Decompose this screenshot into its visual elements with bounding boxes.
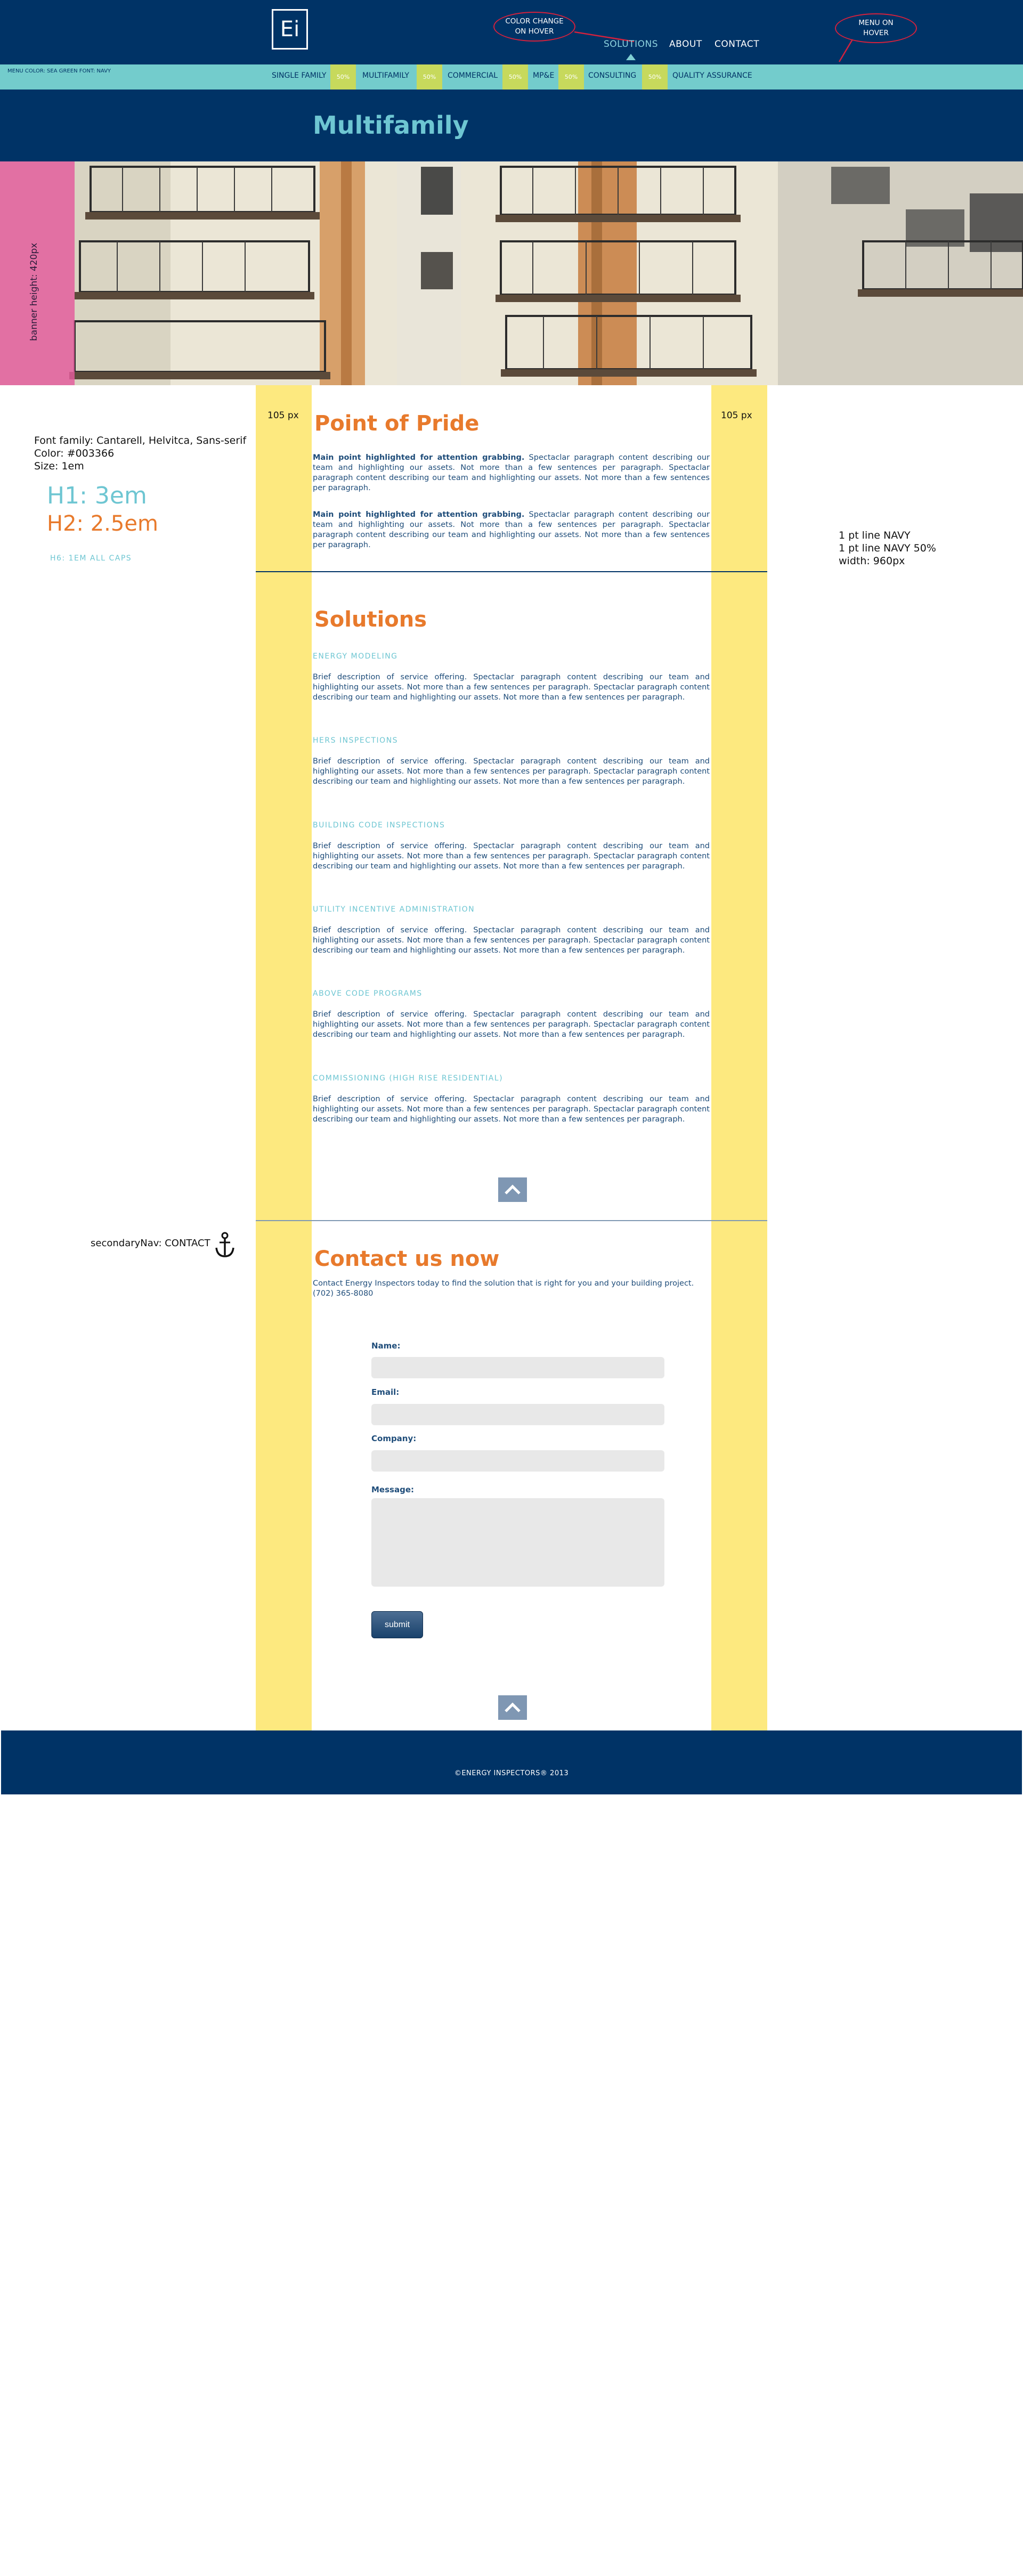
email-field[interactable]: [371, 1404, 664, 1425]
pride-lead: Main point highlighted for attention gra…: [313, 510, 525, 519]
annotation-color-change-text: COLOR CHANGE ON HOVER: [505, 17, 564, 36]
margin-width-label: 105 px: [721, 410, 752, 421]
solution-title: COMMISSIONING (HIGH RISE RESIDENTIAL): [313, 1074, 504, 1083]
hover-chip-label: 50%: [648, 74, 662, 80]
anchor-icon: [215, 1232, 234, 1257]
name-field[interactable]: [371, 1357, 664, 1378]
h1-style-sample: H1: 3em: [47, 482, 147, 509]
hover-chip-label: 50%: [508, 74, 522, 80]
hover-chip: 50%: [330, 64, 356, 90]
footer-copyright: ©ENERGY INSPECTORS® 2013: [454, 1769, 569, 1777]
company-field[interactable]: [371, 1450, 664, 1472]
line-navy50-annotation: 1 pt line NAVY 50%: [839, 542, 936, 554]
secondary-nav-annotation: secondaryNav: CONTACT: [91, 1238, 210, 1249]
footer: [1, 1730, 1022, 1794]
contact-phone[interactable]: (702) 365-8080: [313, 1289, 373, 1299]
hover-chip-label: 50%: [564, 74, 578, 80]
subnav-annotation: MENU COLOR: SEA GREEN FONT: NAVY: [7, 68, 111, 74]
solution-title: ABOVE CODE PROGRAMS: [313, 989, 423, 998]
name-label: Name:: [371, 1341, 401, 1351]
chevron-up-icon: [505, 1702, 521, 1712]
subnav-quality-assurance[interactable]: QUALITY ASSURANCE: [672, 71, 752, 80]
hover-chip-label: 50%: [423, 74, 436, 80]
color-annotation: Color: #003366: [34, 448, 115, 459]
email-label: Email:: [371, 1387, 400, 1397]
pride-lead: Main point highlighted for attention gra…: [313, 453, 525, 462]
nav-contact[interactable]: CONTACT: [715, 39, 759, 50]
line-navy-annotation: 1 pt line NAVY: [839, 530, 911, 541]
nav-solutions[interactable]: SOLUTIONS: [604, 39, 658, 50]
logo[interactable]: Ei: [272, 9, 308, 50]
subnav-mpe[interactable]: MP&E: [533, 71, 554, 80]
subnav-commercial[interactable]: COMMERCIAL: [448, 71, 498, 80]
contact-heading: Contact us now: [314, 1247, 500, 1271]
solution-title: HERS INSPECTIONS: [313, 736, 399, 745]
banner-image: [0, 161, 1023, 385]
solution-description: Brief description of service offering. S…: [313, 673, 710, 702]
contact-intro: Contact Energy Inspectors today to find …: [313, 1279, 694, 1288]
back-to-top-button[interactable]: [498, 1695, 527, 1720]
subnav-consulting[interactable]: CONSULTING: [588, 71, 636, 80]
hover-chip: 50%: [558, 64, 584, 90]
section-divider: [256, 571, 767, 572]
h6-style-sample: H6: 1EM ALL CAPS: [50, 554, 132, 563]
building-photo: [0, 161, 1023, 385]
solution-description: Brief description of service offering. S…: [313, 1095, 710, 1124]
margin-guide-right: [711, 572, 767, 1730]
section-divider-50: [256, 1220, 767, 1221]
solution-description: Brief description of service offering. S…: [313, 842, 710, 871]
message-label: Message:: [371, 1485, 414, 1494]
subnav-single-family[interactable]: SINGLE FAMILY: [272, 71, 326, 80]
hover-chip: 50%: [502, 64, 528, 90]
annotation-pointer: [838, 39, 854, 62]
message-field[interactable]: [371, 1498, 664, 1587]
pride-heading: Point of Pride: [314, 411, 480, 436]
solution-description: Brief description of service offering. S…: [313, 757, 710, 786]
company-label: Company:: [371, 1434, 417, 1443]
back-to-top-button[interactable]: [498, 1177, 527, 1202]
submit-button[interactable]: submit: [371, 1611, 423, 1638]
solution-title: UTILITY INCENTIVE ADMINISTRATION: [313, 905, 475, 914]
pride-paragraph: Main point highlighted for attention gra…: [313, 453, 710, 493]
annotation-menu-hover-text: MENU ON HOVER: [858, 19, 894, 37]
solution-title: BUILDING CODE INSPECTIONS: [313, 821, 445, 830]
hover-chip: 50%: [417, 64, 442, 90]
h2-style-sample: H2: 2.5em: [47, 511, 158, 536]
width-annotation: width: 960px: [839, 555, 905, 567]
font-family-annotation: Font family: Cantarell, Helvitca, Sans-s…: [34, 435, 247, 446]
margin-width-label: 105 px: [267, 410, 299, 421]
page-title: Multifamily: [313, 111, 469, 140]
size-annotation: Size: 1em: [34, 460, 84, 472]
solution-description: Brief description of service offering. S…: [313, 926, 710, 955]
banner-height-annotation: banner height: 420px: [29, 242, 39, 341]
pride-paragraph: Main point highlighted for attention gra…: [313, 510, 710, 550]
solution-title: ENERGY MODELING: [313, 652, 398, 661]
nav-active-caret-icon: [626, 54, 636, 60]
hover-chip-label: 50%: [336, 74, 350, 80]
margin-guide-left: [256, 572, 312, 1730]
subnav-multifamily[interactable]: MULTIFAMILY: [362, 71, 409, 80]
hover-chip: 50%: [642, 64, 668, 90]
solutions-heading: Solutions: [314, 607, 427, 632]
annotation-color-change: COLOR CHANGE ON HOVER: [493, 12, 575, 42]
page-title-band: [0, 90, 1023, 161]
nav-about[interactable]: ABOUT: [669, 39, 702, 50]
chevron-up-icon: [505, 1184, 521, 1194]
solution-description: Brief description of service offering. S…: [313, 1010, 710, 1039]
